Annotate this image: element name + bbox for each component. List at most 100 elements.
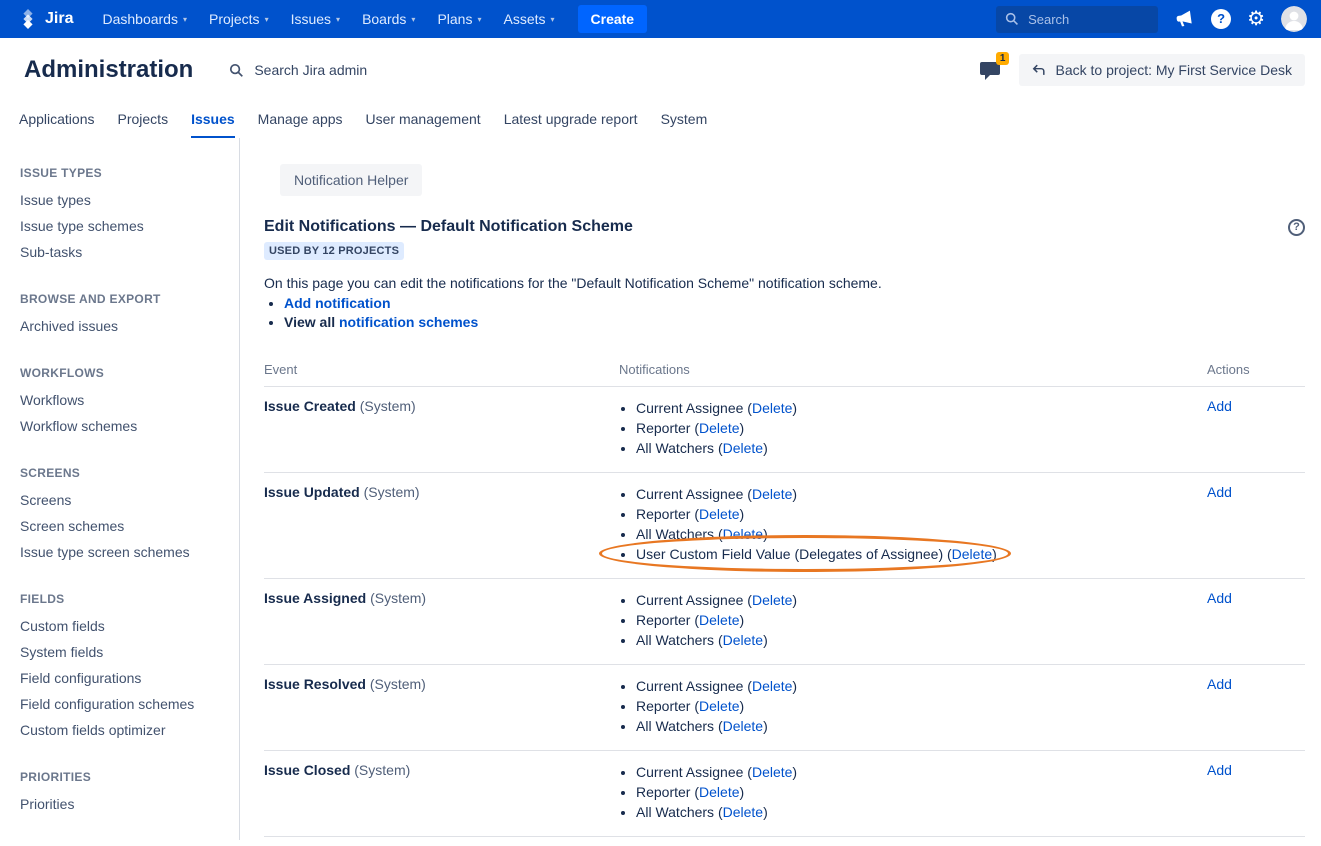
notification-item: All Watchers (Delete)	[636, 438, 1207, 458]
sidebar-section-workflows: WORKFLOWSWorkflowsWorkflow schemes	[20, 366, 229, 439]
event-name: Issue Closed	[264, 762, 350, 778]
notification-item: Current Assignee (Delete)	[636, 484, 1207, 504]
sidebar-item-field-configurations[interactable]: Field configurations	[20, 665, 229, 691]
tab-latest-upgrade-report[interactable]: Latest upgrade report	[504, 100, 638, 138]
notification-item: Current Assignee (Delete)	[636, 676, 1207, 696]
notification-item: Reporter (Delete)	[636, 504, 1207, 524]
notifications-cell: Current Assignee (Delete)Reporter (Delet…	[619, 484, 1207, 564]
tab-manage-apps[interactable]: Manage apps	[258, 100, 343, 138]
add-link[interactable]: Add	[1207, 590, 1232, 606]
scheme-actions-list: Add notification View all notification s…	[264, 294, 1305, 332]
chevron-down-icon: ▾	[411, 15, 415, 24]
add-link[interactable]: Add	[1207, 676, 1232, 692]
back-button-label: Back to project: My First Service Desk	[1055, 62, 1292, 78]
user-avatar[interactable]	[1281, 6, 1307, 32]
tab-issues[interactable]: Issues	[191, 100, 235, 138]
add-link[interactable]: Add	[1207, 484, 1232, 500]
nav-item-plans[interactable]: Plans▾	[426, 11, 492, 27]
notification-item: Reporter (Delete)	[636, 782, 1207, 802]
delete-link[interactable]: Delete	[699, 420, 739, 436]
back-to-project-button[interactable]: Back to project: My First Service Desk	[1019, 54, 1305, 86]
notification-item: All Watchers (Delete)	[636, 716, 1207, 736]
notification-helper-button[interactable]: Notification Helper	[280, 164, 422, 196]
create-button[interactable]: Create	[578, 5, 648, 33]
notification-item: All Watchers (Delete)	[636, 630, 1207, 650]
chevron-down-icon: ▾	[265, 15, 269, 24]
tab-system[interactable]: System	[661, 100, 708, 138]
sidebar-item-system-fields[interactable]: System fields	[20, 639, 229, 665]
feedback-megaphone-icon[interactable]	[1174, 9, 1195, 29]
nav-item-assets[interactable]: Assets▾	[492, 11, 565, 27]
nav-item-projects[interactable]: Projects▾	[198, 11, 280, 27]
event-system-label: (System)	[370, 676, 426, 692]
actions-cell: Add	[1207, 484, 1305, 500]
sidebar-item-issue-types[interactable]: Issue types	[20, 187, 229, 213]
sidebar-item-screen-schemes[interactable]: Screen schemes	[20, 513, 229, 539]
sidebar-item-custom-fields-optimizer[interactable]: Custom fields optimizer	[20, 717, 229, 743]
navbar-search-input[interactable]	[1026, 11, 1146, 28]
nav-item-dashboards[interactable]: Dashboards▾	[91, 11, 198, 27]
column-header-event: Event	[264, 362, 619, 377]
sidebar-item-priorities[interactable]: Priorities	[20, 791, 229, 817]
notifications-cell: Current Assignee (Delete)Reporter (Delet…	[619, 398, 1207, 458]
delete-link[interactable]: Delete	[699, 506, 739, 522]
list-item: View all notification schemes	[284, 313, 1305, 332]
delete-link[interactable]: Delete	[723, 632, 763, 648]
sidebar-item-workflow-schemes[interactable]: Workflow schemes	[20, 413, 229, 439]
sidebar-item-sub-tasks[interactable]: Sub-tasks	[20, 239, 229, 265]
table-header-row: Event Notifications Actions	[264, 356, 1305, 387]
sidebar-item-issue-type-schemes[interactable]: Issue type schemes	[20, 213, 229, 239]
delete-link[interactable]: Delete	[752, 678, 792, 694]
notification-item: Reporter (Delete)	[636, 418, 1207, 438]
delete-link[interactable]: Delete	[723, 440, 763, 456]
add-notification-link[interactable]: Add notification	[284, 295, 391, 311]
admin-search[interactable]	[229, 61, 412, 79]
tab-user-management[interactable]: User management	[366, 100, 481, 138]
content-layout: ISSUE TYPESIssue typesIssue type schemes…	[0, 138, 1321, 840]
delete-link[interactable]: Delete	[723, 718, 763, 734]
delete-link[interactable]: Delete	[723, 804, 763, 820]
add-link[interactable]: Add	[1207, 762, 1232, 778]
nav-item-issues[interactable]: Issues▾	[280, 11, 351, 27]
notification-schemes-link[interactable]: notification schemes	[339, 314, 478, 330]
delete-link[interactable]: Delete	[752, 486, 792, 502]
sidebar-item-issue-type-screen-schemes[interactable]: Issue type screen schemes	[20, 539, 229, 565]
delete-link[interactable]: Delete	[752, 400, 792, 416]
actions-cell: Add	[1207, 590, 1305, 606]
feedback-bubble-icon[interactable]: 1	[979, 57, 1001, 84]
delete-link[interactable]: Delete	[952, 546, 992, 562]
chevron-down-icon: ▾	[477, 15, 481, 24]
event-system-label: (System)	[370, 590, 426, 606]
navbar-search[interactable]	[996, 6, 1158, 33]
sidebar-item-workflows[interactable]: Workflows	[20, 387, 229, 413]
sidebar-section-screens: SCREENSScreensScreen schemesIssue type s…	[20, 466, 229, 565]
nav-item-boards[interactable]: Boards▾	[351, 11, 426, 27]
sidebar-item-screens[interactable]: Screens	[20, 487, 229, 513]
issues-sidebar: ISSUE TYPESIssue typesIssue type schemes…	[0, 138, 240, 840]
delete-link[interactable]: Delete	[723, 526, 763, 542]
sidebar-item-field-configuration-schemes[interactable]: Field configuration schemes	[20, 691, 229, 717]
sidebar-item-archived-issues[interactable]: Archived issues	[20, 313, 229, 339]
actions-cell: Add	[1207, 762, 1305, 778]
sidebar-item-custom-fields[interactable]: Custom fields	[20, 613, 229, 639]
tab-applications[interactable]: Applications	[19, 100, 95, 138]
sidebar-section-priorities: PRIORITIESPriorities	[20, 770, 229, 817]
admin-search-input[interactable]	[252, 61, 412, 79]
chevron-down-icon: ▾	[336, 15, 340, 24]
add-link[interactable]: Add	[1207, 398, 1232, 414]
delete-link[interactable]: Delete	[699, 784, 739, 800]
jira-logo[interactable]: Jira	[12, 9, 91, 29]
tab-projects[interactable]: Projects	[118, 100, 169, 138]
help-icon[interactable]: ?	[1211, 9, 1231, 29]
delete-link[interactable]: Delete	[752, 764, 792, 780]
notifications-cell: Current Assignee (Delete)Reporter (Delet…	[619, 762, 1207, 822]
sidebar-heading-fields: FIELDS	[20, 592, 229, 606]
help-question-icon[interactable]: ?	[1288, 219, 1305, 236]
notifications-cell: Current Assignee (Delete)Reporter (Delet…	[619, 590, 1207, 650]
delete-link[interactable]: Delete	[699, 612, 739, 628]
navbar-menu: Dashboards▾Projects▾Issues▾Boards▾Plans▾…	[91, 11, 565, 27]
navbar-right: ? ⚙	[996, 6, 1307, 33]
settings-gear-icon[interactable]: ⚙	[1247, 9, 1265, 29]
delete-link[interactable]: Delete	[752, 592, 792, 608]
delete-link[interactable]: Delete	[699, 698, 739, 714]
